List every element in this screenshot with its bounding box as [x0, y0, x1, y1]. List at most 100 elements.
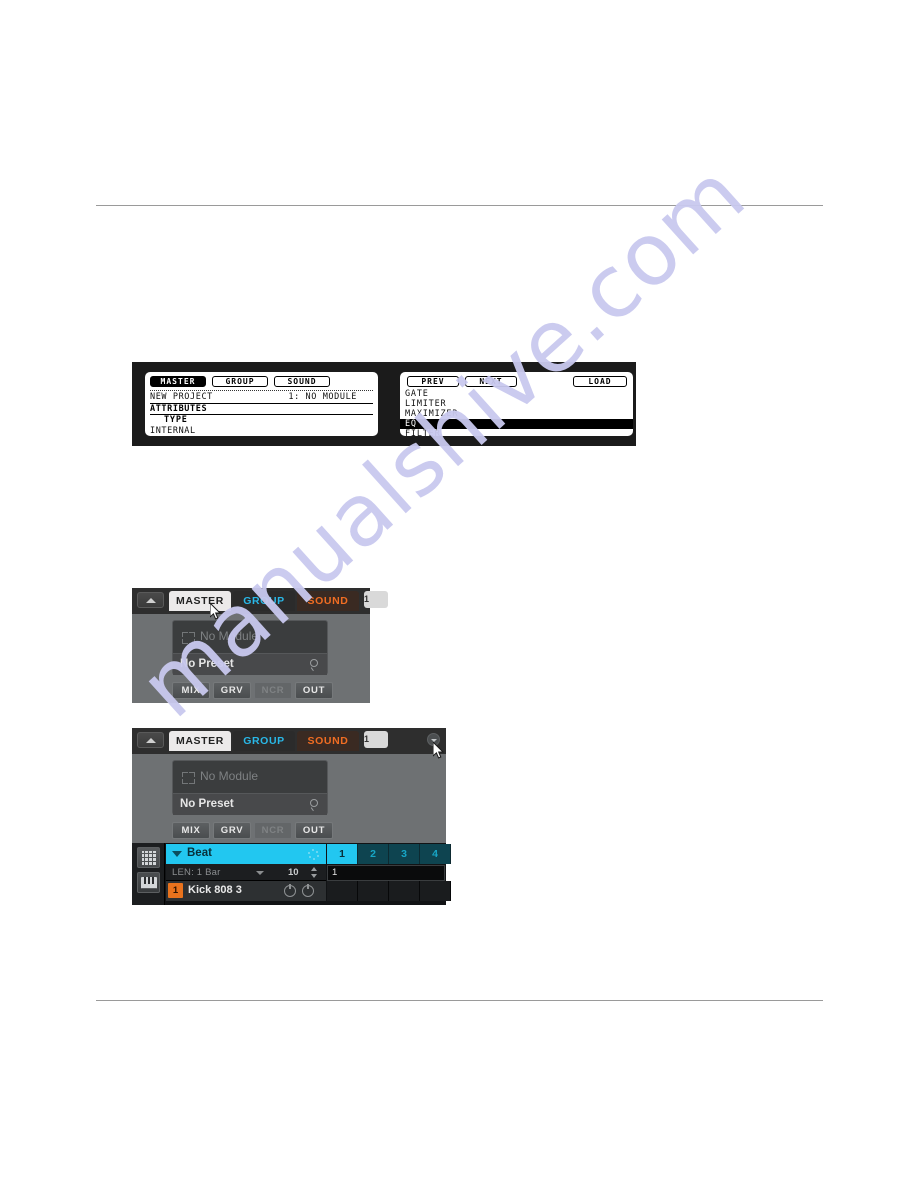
loop-knob-icon[interactable] — [284, 884, 296, 897]
ncr-button: NCR — [254, 682, 292, 699]
type-value: INTERNAL — [150, 426, 196, 436]
hw-tab-sound[interactable]: SOUND — [274, 376, 330, 387]
tab-group[interactable]: GROUP — [233, 591, 295, 611]
scene-slot-4[interactable]: 4 — [420, 844, 451, 864]
module-list-item-gate[interactable]: GATE — [405, 389, 628, 399]
clip-cell[interactable] — [358, 881, 389, 901]
chevron-down-icon-length[interactable] — [256, 871, 264, 875]
clip-cell[interactable] — [420, 881, 451, 901]
pad-view-button[interactable] — [137, 847, 160, 868]
hardware-display-bezel: MASTER GROUP SOUND NEW PROJECT 1: NO MOD… — [132, 362, 636, 446]
pattern-name-field[interactable]: 1 — [327, 865, 445, 881]
module-name: No Module — [200, 629, 259, 643]
keyboard-view-button[interactable] — [137, 872, 160, 893]
out-button[interactable]: OUT — [295, 682, 333, 699]
module-list-item-limiter[interactable]: LIMITER — [405, 399, 628, 409]
panel2-header: MASTER GROUP SOUND 1 — [132, 728, 446, 754]
hw-button-load[interactable]: LOAD — [573, 376, 627, 387]
module-slot-value: 1: NO MODULE — [288, 392, 357, 402]
clip-cell[interactable] — [327, 881, 358, 901]
power-knob-icon[interactable] — [302, 884, 314, 897]
mix-button[interactable]: MIX — [172, 682, 210, 699]
module-container-2: No Module No Preset — [172, 760, 328, 815]
empty-module-icon — [182, 632, 195, 644]
type-label: TYPE — [164, 415, 188, 425]
hw-button-prev[interactable]: PREV — [407, 376, 459, 387]
scene-slot-1[interactable]: 1 — [327, 844, 358, 864]
pattern-length-value[interactable]: 10 — [288, 867, 299, 878]
project-name: NEW PROJECT — [150, 392, 213, 402]
scene-slot-2[interactable]: 2 — [358, 844, 389, 864]
mix-button-2[interactable]: MIX — [172, 822, 210, 839]
preset-row[interactable]: No Preset — [173, 654, 327, 675]
left-display-project-row: NEW PROJECT 1: NO MODULE — [150, 392, 373, 403]
hw-button-next[interactable]: NEXT — [465, 376, 517, 387]
clip-cell[interactable] — [389, 881, 420, 901]
panel1-body: No Module No Preset MIX GRV NCR OUT — [132, 614, 370, 703]
hardware-left-display: MASTER GROUP SOUND NEW PROJECT 1: NO MOD… — [145, 372, 378, 436]
hw-tab-group[interactable]: GROUP — [212, 376, 268, 387]
preset-row-2[interactable]: No Preset — [173, 794, 327, 815]
panel2-body: No Module No Preset MIX GRV NCR OUT — [132, 754, 446, 843]
hw-tab-master[interactable]: MASTER — [150, 376, 206, 387]
tab-sound[interactable]: SOUND — [297, 591, 359, 611]
footer-divider — [96, 1000, 823, 1001]
mouse-cursor — [210, 603, 222, 621]
group-header[interactable]: Beat — [166, 844, 326, 864]
tab-group-2[interactable]: GROUP — [233, 731, 295, 751]
module-list: GATE LIMITER MAXIMIZER EQ FILTER — [400, 389, 633, 436]
module-slot[interactable]: No Module — [173, 621, 327, 654]
search-icon[interactable] — [310, 659, 321, 672]
grv-button-2[interactable]: GRV — [213, 822, 251, 839]
preset-name-2: No Preset — [180, 798, 234, 810]
ncr-button-2: NCR — [254, 822, 292, 839]
empty-module-icon-2 — [182, 772, 195, 784]
hardware-right-display: PREV NEXT LOAD GATE LIMITER MAXIMIZER EQ… — [400, 372, 633, 436]
out-button-2[interactable]: OUT — [295, 822, 333, 839]
scene-slot-strip: 1 2 3 4 — [327, 844, 451, 864]
group-name: Beat — [187, 847, 212, 859]
left-display-dotted-divider — [150, 390, 373, 391]
module-slot-2[interactable]: No Module — [173, 761, 327, 794]
mouse-cursor-2 — [433, 742, 445, 760]
group-options-icon[interactable] — [308, 849, 319, 860]
left-display-tab-row: MASTER GROUP SOUND — [150, 376, 373, 388]
slot-number-badge[interactable]: 1 — [364, 591, 388, 608]
pattern-length-label[interactable]: LEN: 1 Bar — [172, 867, 220, 878]
header-divider — [96, 205, 823, 206]
right-display-button-row: PREV NEXT LOAD — [405, 376, 628, 388]
tab-master-2[interactable]: MASTER — [169, 731, 231, 751]
tab-sound-2[interactable]: SOUND — [297, 731, 359, 751]
module-name-2: No Module — [200, 769, 259, 783]
chevron-down-icon-group[interactable] — [172, 851, 182, 857]
search-icon-2[interactable] — [310, 799, 321, 812]
grv-button[interactable]: GRV — [213, 682, 251, 699]
arranger-strip: Beat LEN: 1 Bar 10 1 Kick 808 3 1 2 3 4 … — [132, 843, 451, 905]
length-stepper[interactable] — [311, 867, 318, 878]
sound-row[interactable]: 1 Kick 808 3 — [166, 881, 326, 901]
view-mode-rail — [132, 843, 165, 905]
attributes-label: ATTRIBUTES — [150, 404, 208, 414]
collapse-button[interactable] — [137, 592, 164, 608]
scene-slot-3[interactable]: 3 — [389, 844, 420, 864]
panel2-button-row: MIX GRV NCR OUT — [172, 822, 333, 839]
master-control-panel-collapsed: MASTER GROUP SOUND 1 No Module No Preset… — [132, 588, 388, 703]
preset-name: No Preset — [180, 658, 234, 670]
master-control-panel-expanded: MASTER GROUP SOUND 1 No Module No Preset… — [132, 728, 451, 905]
pattern-length-row: LEN: 1 Bar 10 — [166, 864, 326, 881]
module-container: No Module No Preset — [172, 620, 328, 675]
panel1-header: MASTER GROUP SOUND 1 — [132, 588, 388, 614]
slot-number-badge-2[interactable]: 1 — [364, 731, 388, 748]
panel1-button-row: MIX GRV NCR OUT — [172, 682, 333, 699]
pad-grid-icon — [141, 850, 156, 865]
chevron-up-icon-2 — [145, 738, 156, 743]
piano-keyboard-icon — [140, 876, 157, 889]
collapse-button-2[interactable] — [137, 732, 164, 748]
sound-name: Kick 808 3 — [188, 884, 242, 896]
chevron-up-icon — [145, 598, 156, 603]
module-list-item-filter[interactable]: FILTER — [405, 429, 628, 436]
clip-cell-strip — [327, 881, 451, 901]
module-list-item-eq[interactable]: EQ — [400, 419, 633, 429]
sound-index-badge: 1 — [168, 883, 183, 898]
module-list-item-maximizer[interactable]: MAXIMIZER — [405, 409, 628, 419]
